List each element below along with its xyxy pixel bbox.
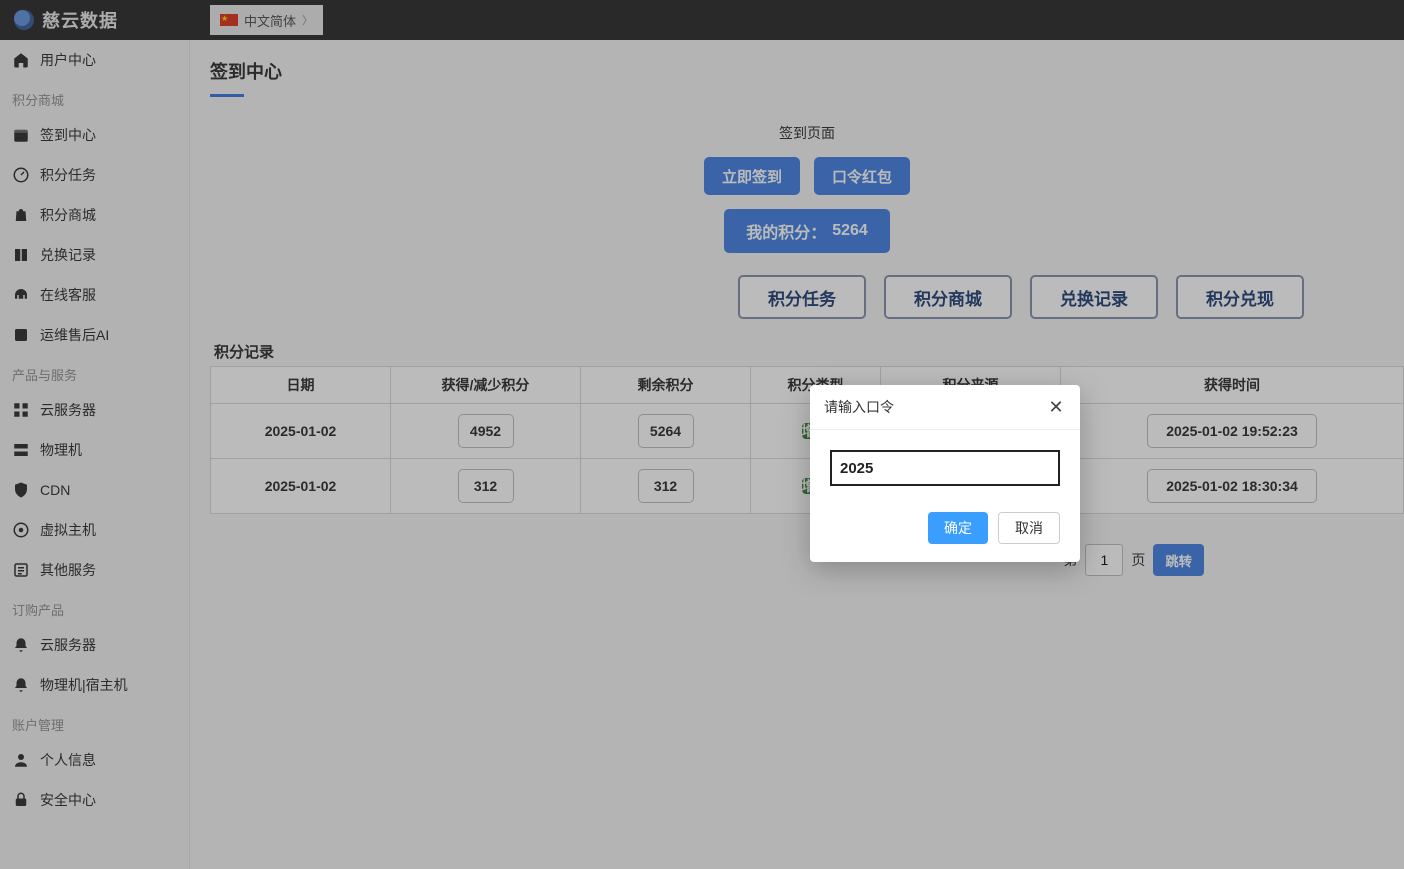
modal-overlay[interactable] (0, 0, 1404, 869)
code-input[interactable] (830, 450, 1060, 486)
cancel-button[interactable]: 取消 (998, 512, 1060, 544)
close-icon[interactable]: ✕ (1046, 397, 1066, 417)
code-input-modal: 请输入口令 ✕ 确定 取消 (810, 385, 1080, 562)
modal-title: 请输入口令 (824, 397, 894, 417)
confirm-button[interactable]: 确定 (928, 512, 988, 544)
